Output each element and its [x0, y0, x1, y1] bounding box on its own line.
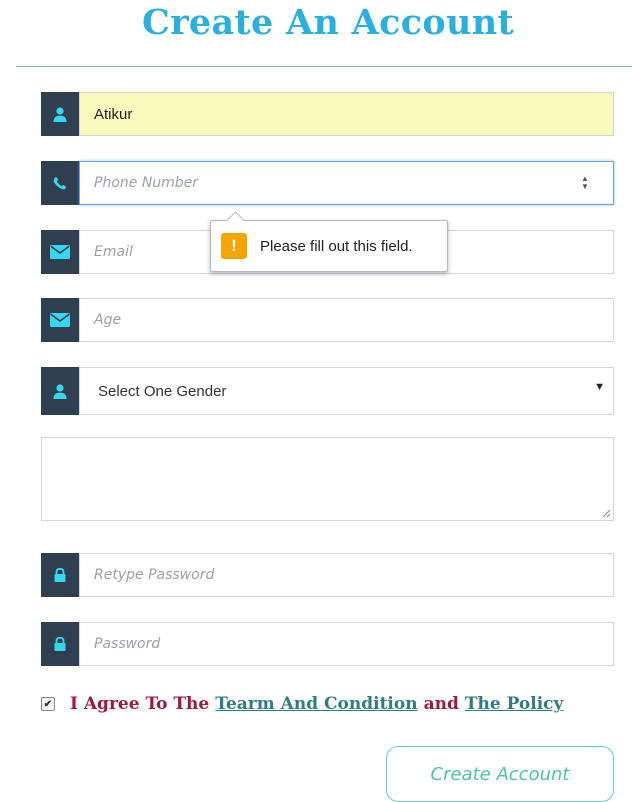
phone-icon [41, 161, 79, 205]
phone-placeholder: Phone Number [94, 175, 199, 191]
gender-group: Select One Gender ▼ [41, 367, 614, 415]
user-icon [41, 367, 79, 415]
phone-group: Phone Number ▲ ▼ [41, 161, 614, 205]
number-spinner[interactable]: ▲ ▼ [579, 174, 591, 192]
checkmark-icon: ✔ [43, 698, 53, 710]
password-placeholder: Password [94, 636, 161, 652]
validation-tooltip: ! Please fill out this field. [210, 211, 448, 272]
resize-handle-icon[interactable] [602, 509, 611, 518]
policy-link[interactable]: The Policy [465, 694, 564, 714]
retype-password-placeholder: Retype Password [94, 567, 215, 583]
email-placeholder: Email [94, 244, 133, 260]
lock-icon [41, 553, 79, 597]
phone-field[interactable]: Phone Number ▲ ▼ [79, 161, 614, 205]
retype-password-field[interactable]: Retype Password [79, 553, 614, 597]
warning-icon: ! [221, 233, 247, 259]
gender-select[interactable]: Select One Gender ▼ [79, 367, 614, 415]
agree-text: I Agree To The [70, 694, 210, 714]
password-field[interactable]: Password [79, 622, 614, 666]
password-group: Password [41, 622, 614, 666]
age-field[interactable]: Age [79, 298, 614, 342]
gender-selected-value: Select One Gender [98, 382, 227, 400]
lock-icon [41, 622, 79, 666]
name-group: Atikur [41, 92, 614, 136]
envelope-icon [41, 298, 79, 342]
message-textarea[interactable] [41, 437, 614, 521]
user-icon [41, 92, 79, 136]
tooltip-arrow [226, 211, 245, 230]
tooltip-message: Please fill out this field. [260, 237, 413, 255]
agree-row: ✔ I Agree To The Tearm And Condition and… [41, 694, 569, 714]
and-text: and [423, 694, 459, 714]
divider [16, 66, 632, 67]
envelope-icon [41, 230, 79, 274]
age-group: Age [41, 298, 614, 342]
agree-checkbox[interactable]: ✔ [41, 697, 55, 711]
page-title: Create An Account [142, 2, 514, 43]
name-value: Atikur [94, 105, 133, 123]
age-placeholder: Age [94, 312, 122, 328]
name-field[interactable]: Atikur [79, 92, 614, 136]
retype-password-group: Retype Password [41, 553, 614, 597]
terms-link[interactable]: Tearm And Condition [215, 694, 417, 714]
caret-down-icon: ▼ [594, 381, 605, 393]
create-account-button[interactable]: Create Account [386, 746, 614, 802]
